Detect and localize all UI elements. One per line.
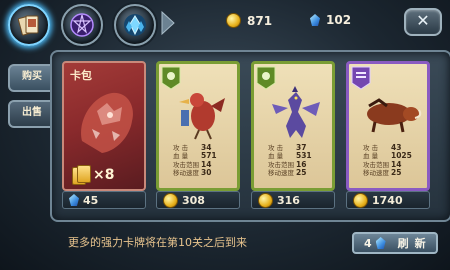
gold-coin-icon xyxy=(163,192,178,208)
gold-amount: 871 xyxy=(247,13,273,28)
gold-coin-icon xyxy=(353,192,368,208)
card-pack-count: ×8 xyxy=(72,165,114,185)
monster-card[interactable]: 攻 击 34 血 量 571 攻击范围 14 移动速度 30 xyxy=(156,61,240,191)
gem-counter: 102 xyxy=(310,13,351,27)
card-pack-price-value: 45 xyxy=(83,193,99,207)
stat-move: 30 xyxy=(201,167,212,177)
close-button[interactable]: ✕ xyxy=(404,8,442,36)
cards-tab-icon xyxy=(17,15,39,36)
crystal-tab[interactable] xyxy=(114,4,156,46)
summon-tab[interactable] xyxy=(61,4,103,46)
pentagram-tab-icon xyxy=(70,13,94,37)
tab-sell-label: 出售 xyxy=(22,107,42,118)
chevron-right-icon[interactable] xyxy=(160,10,176,36)
cards-tab[interactable] xyxy=(8,4,50,46)
tab-buy[interactable]: 购买 xyxy=(8,64,56,92)
refresh-cost: 4 xyxy=(364,236,372,250)
bird-monster-icon xyxy=(179,93,225,140)
crystal-tab-icon xyxy=(124,14,146,36)
refresh-label: 刷新 xyxy=(397,237,432,250)
card-pack[interactable]: 卡包 ×8 xyxy=(62,61,146,191)
card-stats: 攻 击 34 血 量 571 攻击范围 14 移动速度 30 xyxy=(173,143,217,177)
tab-buy-label: 购买 xyxy=(22,71,42,82)
beast-art-icon xyxy=(81,92,133,153)
card-stats: 攻 击 37 血 量 531 攻击范围 16 移动速度 25 xyxy=(268,143,312,177)
gem-icon xyxy=(310,14,320,26)
card-price-value: 316 xyxy=(277,193,300,207)
gem-icon xyxy=(69,194,79,206)
monster-card[interactable]: 攻 击 43 血 量 1025 攻击范围 14 移动速度 25 xyxy=(346,61,430,191)
card-price-value: 1740 xyxy=(372,193,403,207)
tab-sell[interactable]: 出售 xyxy=(8,100,56,128)
card-price[interactable]: 1740 xyxy=(346,191,430,209)
monster-card[interactable]: 攻 击 37 血 量 531 攻击范围 16 移动速度 25 xyxy=(251,61,335,191)
card-pack-quantity: ×8 xyxy=(93,167,115,183)
stat-move: 25 xyxy=(391,167,402,177)
stat-move: 25 xyxy=(296,167,307,177)
unlock-hint-text: 更多的强力卡牌将在第10关之后到来 xyxy=(68,236,247,249)
refresh-button[interactable]: 4 刷新 xyxy=(352,232,438,254)
card-price[interactable]: 308 xyxy=(156,191,240,209)
close-icon: ✕ xyxy=(416,11,430,30)
card-price-value: 308 xyxy=(182,193,205,207)
gold-coin-icon xyxy=(258,192,273,208)
card-stats: 攻 击 43 血 量 1025 攻击范围 14 移动速度 25 xyxy=(363,143,412,177)
boar-monster-icon xyxy=(367,98,422,133)
card-price[interactable]: 316 xyxy=(251,191,335,209)
gem-icon xyxy=(375,237,386,249)
gold-counter: 871 xyxy=(226,13,272,28)
top-bar: 871 102 ✕ xyxy=(0,0,450,46)
gem-amount: 102 xyxy=(326,13,352,27)
gold-coin-icon xyxy=(226,13,241,28)
card-pack-price[interactable]: 45 xyxy=(62,191,146,209)
werewolf-monster-icon xyxy=(272,86,320,138)
stacked-cards-icon xyxy=(72,165,91,185)
